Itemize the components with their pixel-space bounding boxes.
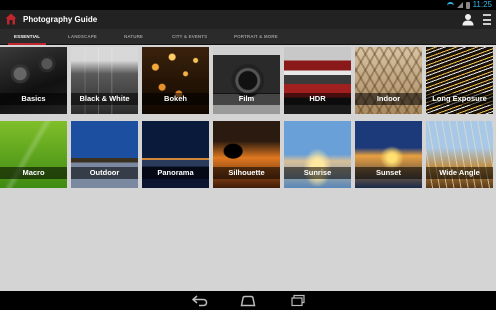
- tile-label: Black & White: [71, 93, 138, 105]
- back-icon[interactable]: [192, 294, 208, 307]
- tab-portrait-more[interactable]: PORTRAIT & MORE: [234, 29, 278, 45]
- battery-icon: [465, 1, 470, 9]
- topic-grid: Basics Black & White Bokeh Film HDR Indo…: [0, 45, 496, 291]
- tile-label: Basics: [0, 93, 67, 105]
- tab-nature[interactable]: NATURE: [124, 29, 143, 45]
- tile-label: Panorama: [142, 167, 209, 179]
- tab-city-events[interactable]: CITY & EVENTS: [172, 29, 207, 45]
- category-tabs: ESSENTIAL LANDSCAPE NATURE CITY & EVENTS…: [0, 29, 496, 45]
- wifi-icon: [446, 2, 454, 8]
- status-bar: 11:25: [0, 0, 496, 10]
- system-nav-bar: [0, 291, 496, 310]
- tile-label: HDR: [284, 93, 351, 105]
- tile-label: Macro: [0, 167, 67, 179]
- recent-apps-icon[interactable]: [290, 294, 306, 307]
- tile-label: Long Exposure: [426, 93, 493, 105]
- tile-black-white[interactable]: Black & White: [71, 47, 138, 114]
- tile-label: Silhouette: [213, 167, 280, 179]
- overflow-menu-icon[interactable]: [483, 14, 491, 25]
- tile-label: Film: [213, 93, 280, 105]
- tile-label: Sunrise: [284, 167, 351, 179]
- tab-essential[interactable]: ESSENTIAL: [7, 29, 47, 45]
- tile-macro[interactable]: Macro: [0, 121, 67, 188]
- app-title: Photography Guide: [23, 15, 98, 24]
- tile-outdoor[interactable]: Outdoor: [71, 121, 138, 188]
- tile-label: Wide Angle: [426, 167, 493, 179]
- tile-hdr[interactable]: HDR: [284, 47, 351, 114]
- house-icon[interactable]: [5, 13, 17, 25]
- tile-label: Sunset: [355, 167, 422, 179]
- tile-label: Indoor: [355, 93, 422, 105]
- tile-sunrise[interactable]: Sunrise: [284, 121, 351, 188]
- tile-long-exposure[interactable]: Long Exposure: [426, 47, 493, 114]
- tile-indoor[interactable]: Indoor: [355, 47, 422, 114]
- tile-label: Outdoor: [71, 167, 138, 179]
- signal-icon: [456, 2, 463, 8]
- status-icons: 11:25: [446, 0, 492, 10]
- tile-sunset[interactable]: Sunset: [355, 121, 422, 188]
- tile-bokeh[interactable]: Bokeh: [142, 47, 209, 114]
- action-bar: Photography Guide: [0, 10, 496, 29]
- tile-basics[interactable]: Basics: [0, 47, 67, 114]
- tile-silhouette[interactable]: Silhouette: [213, 121, 280, 188]
- profile-icon[interactable]: [462, 13, 474, 26]
- home-icon[interactable]: [240, 294, 256, 307]
- status-clock: 11:25: [472, 0, 492, 9]
- tile-film[interactable]: Film: [213, 47, 280, 114]
- tile-label: Bokeh: [142, 93, 209, 105]
- tile-wide-angle[interactable]: Wide Angle: [426, 121, 493, 188]
- tab-landscape[interactable]: LANDSCAPE: [68, 29, 97, 45]
- tile-panorama[interactable]: Panorama: [142, 121, 209, 188]
